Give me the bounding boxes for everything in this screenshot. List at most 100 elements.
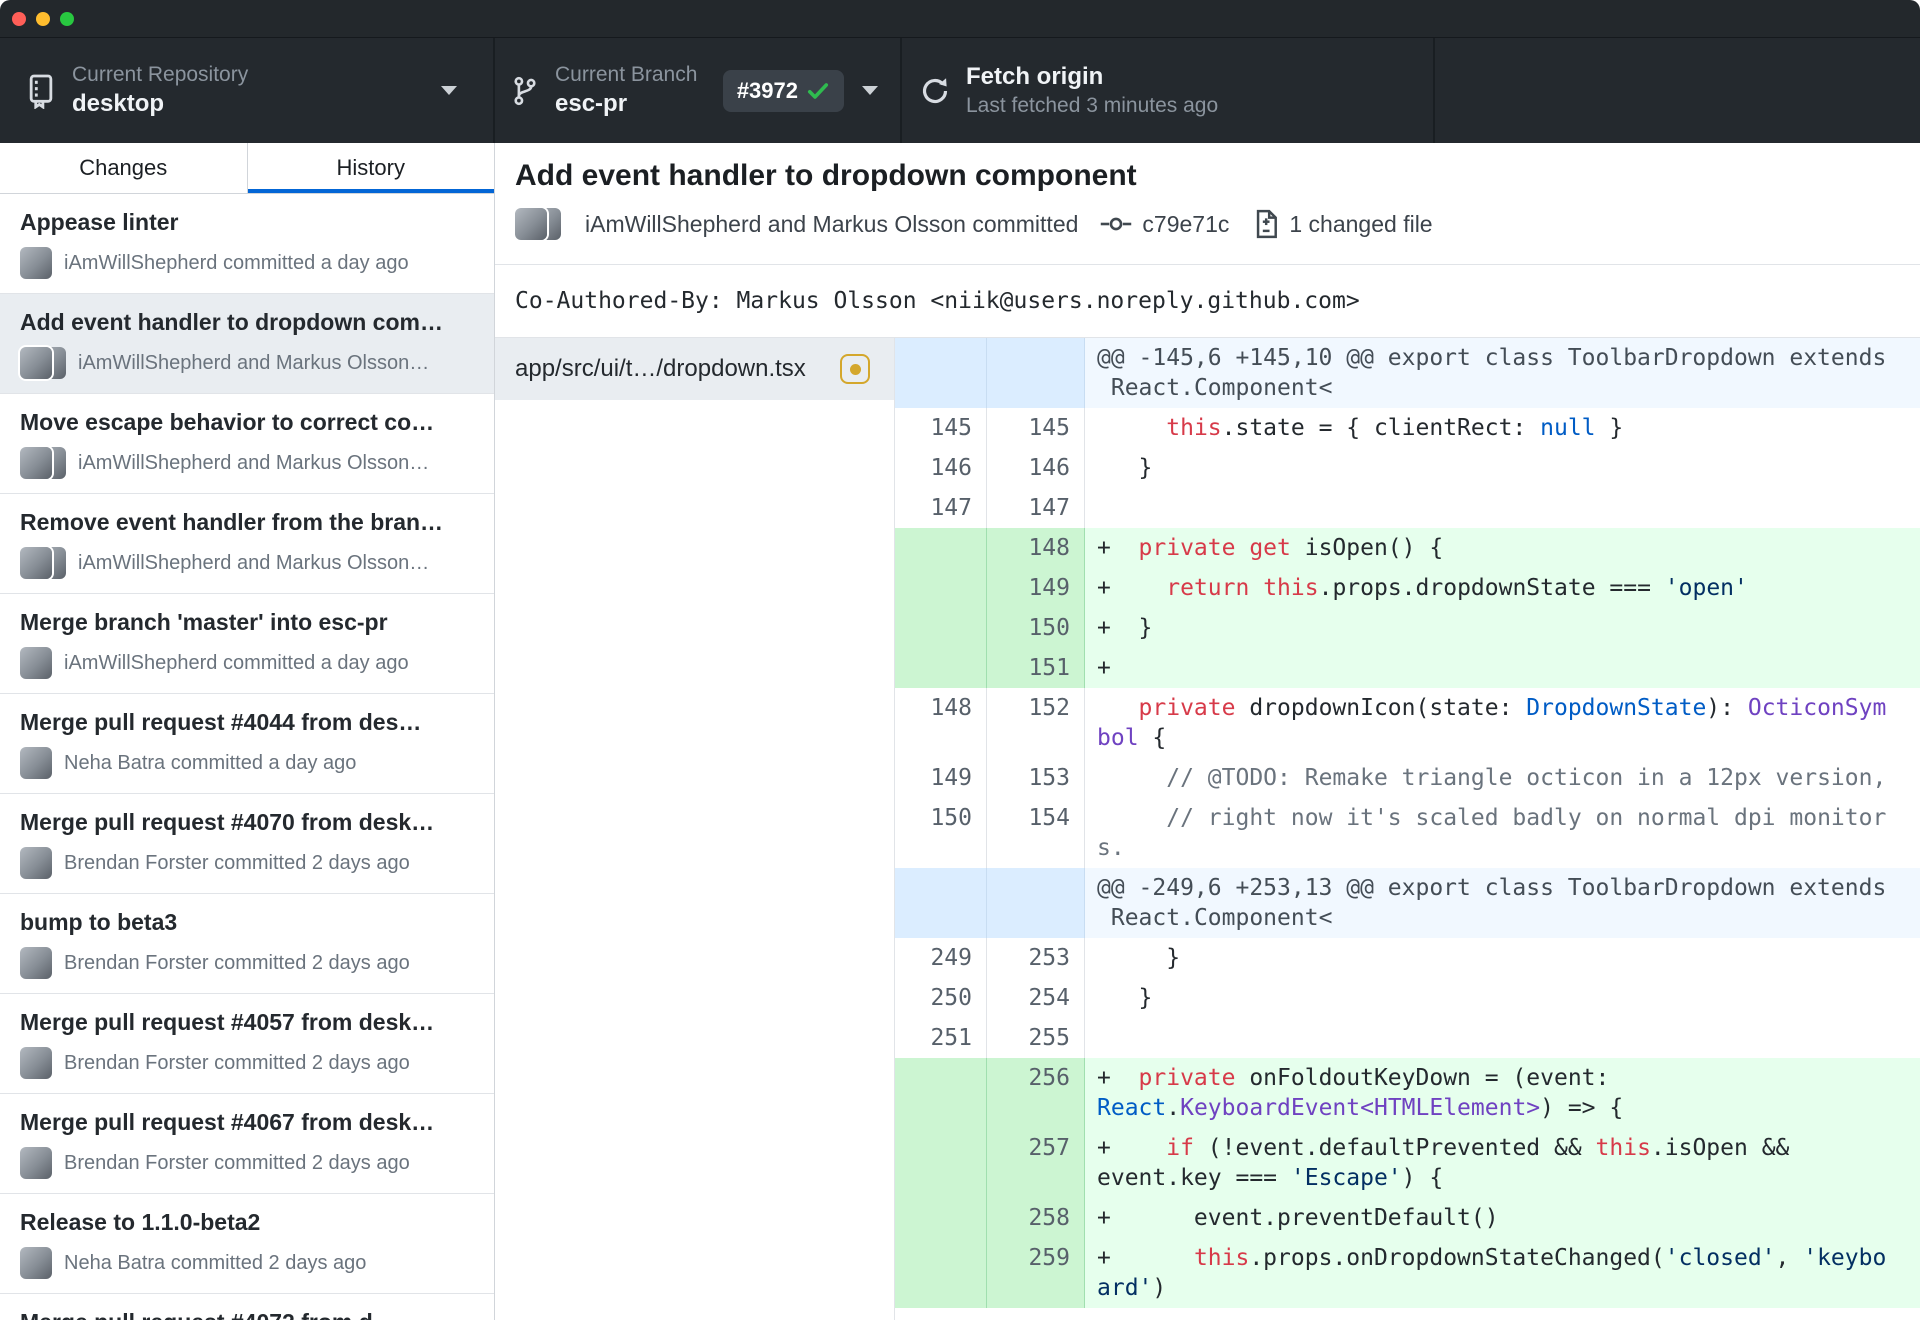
- diff-old-line-number: [895, 1128, 987, 1198]
- commit-list-meta: Brendan Forster committed 2 days ago: [20, 847, 474, 879]
- avatar-stack: [20, 447, 66, 479]
- commit-list-meta: iAmWillShepherd committed a day ago: [20, 247, 474, 279]
- diff-line: 150 154 // right now it's scaled badly on…: [895, 798, 1920, 868]
- history-commit-item[interactable]: Appease linter iAmWillShepherd committed …: [0, 194, 494, 294]
- history-commit-item[interactable]: Remove event handler from the bran… iAmWi…: [0, 494, 494, 594]
- diff-line: 145 145 this.state = { clientRect: null }: [895, 408, 1920, 448]
- diff-old-line-number: [895, 338, 987, 408]
- avatar-stack: [20, 847, 52, 879]
- history-commit-item[interactable]: Merge pull request #4070 from desk… Brend…: [0, 794, 494, 894]
- current-repository-button[interactable]: Current Repository desktop: [0, 38, 495, 143]
- diff-new-line-number: 147: [987, 488, 1085, 528]
- avatar-stack: [20, 247, 52, 279]
- diff-code-text: + private get isOpen() {: [1085, 528, 1920, 568]
- commit-list-title: Release to 1.1.0-beta2: [20, 1209, 261, 1235]
- avatar: [20, 747, 52, 779]
- avatar-stack: [20, 647, 52, 679]
- diff-new-line-number: 256: [987, 1058, 1085, 1128]
- commit-list-meta-text: iAmWillShepherd and Markus Olsson…: [78, 351, 430, 374]
- diff-new-line-number: 254: [987, 978, 1085, 1018]
- tab-changes[interactable]: Changes: [0, 143, 247, 193]
- chevron-down-icon: [441, 86, 457, 95]
- diff-new-line-number: [987, 338, 1085, 408]
- avatar-stack: [20, 1147, 52, 1179]
- titlebar: [0, 0, 1920, 38]
- commit-list-meta: iAmWillShepherd and Markus Olsson…: [20, 447, 474, 479]
- avatar-stack: [20, 747, 52, 779]
- avatar: [20, 847, 52, 879]
- commit-list-meta: Brendan Forster committed 2 days ago: [20, 947, 474, 979]
- diff-old-line-number: [895, 528, 987, 568]
- avatar: [20, 947, 52, 979]
- history-commit-item[interactable]: Merge pull request #4057 from desk… Brend…: [0, 994, 494, 1094]
- avatar-stack: [20, 347, 66, 379]
- diff-line: 258 + event.preventDefault(): [895, 1198, 1920, 1238]
- diff-old-line-number: [895, 868, 987, 938]
- diff-code-text: + if (!event.defaultPrevented && this.is…: [1085, 1128, 1920, 1198]
- minimize-button[interactable]: [36, 11, 50, 26]
- repo-icon: [26, 73, 56, 109]
- commit-list-meta: iAmWillShepherd and Markus Olsson…: [20, 347, 474, 379]
- history-commit-item[interactable]: bump to beta3 Brendan Forster committed 2…: [0, 894, 494, 994]
- avatar: [20, 547, 52, 579]
- history-commit-item[interactable]: Release to 1.1.0-beta2 Neha Batra committ…: [0, 1194, 494, 1294]
- avatar-stack: [20, 947, 52, 979]
- tab-history[interactable]: History: [246, 143, 494, 193]
- diff-new-line-number: 258: [987, 1198, 1085, 1238]
- avatar: [20, 647, 52, 679]
- commit-list-title: Merge pull request #4067 from desk…: [20, 1109, 435, 1135]
- avatar-stack: [20, 1047, 52, 1079]
- diff-line: 151 +: [895, 648, 1920, 688]
- commit-list-meta: iAmWillShepherd committed a day ago: [20, 647, 474, 679]
- avatar: [20, 247, 52, 279]
- avatar: [20, 1147, 52, 1179]
- history-commit-item[interactable]: Merge pull request #4067 from desk… Brend…: [0, 1094, 494, 1194]
- current-branch-button[interactable]: Current Branch esc-pr #3972: [495, 38, 902, 143]
- history-commit-item[interactable]: Merge branch 'master' into esc-pr iAmWill…: [0, 594, 494, 694]
- diff-line: 259 + this.props.onDropdownStateChanged('…: [895, 1238, 1920, 1308]
- diff-line: 148 152 private dropdownIcon(state: Dropd…: [895, 688, 1920, 758]
- diff-code-text: // right now it's scaled badly on normal…: [1085, 798, 1920, 868]
- check-icon: [806, 79, 830, 103]
- diff-code-text: @@ -249,6 +253,13 @@ export class Toolba…: [1085, 868, 1920, 938]
- diff-viewer: @@ -145,6 +145,10 @@ export class Toolba…: [895, 338, 1920, 1320]
- avatar: [515, 208, 547, 240]
- diff-code-text: + return this.props.dropdownState === 'o…: [1085, 568, 1920, 608]
- file-list-item[interactable]: app/src/ui/t…/dropdown.tsx: [495, 338, 894, 400]
- diff-old-line-number: [895, 1238, 987, 1308]
- diff-code-text: + private onFoldoutKeyDown = (event: Rea…: [1085, 1058, 1920, 1128]
- commit-list-title: Merge pull request #4072 from d…: [20, 1309, 474, 1320]
- file-path: app/src/ui/t…/dropdown.tsx: [515, 355, 806, 382]
- diff-new-line-number: 145: [987, 408, 1085, 448]
- fetch-origin-subtitle: Last fetched 3 minutes ago: [966, 94, 1219, 118]
- commit-byline: iAmWillShepherd and Markus Olsson commit…: [585, 210, 1079, 237]
- commit-list-meta-text: Neha Batra committed a day ago: [64, 751, 357, 774]
- commit-list-title: Merge pull request #4057 from desk…: [20, 1009, 435, 1035]
- diff-hunk-header: @@ -249,6 +253,13 @@ export class Toolba…: [895, 868, 1920, 938]
- diff-line: 150 + }: [895, 608, 1920, 648]
- pr-number: #3972: [736, 77, 798, 103]
- commit-content: app/src/ui/t…/dropdown.tsx @@ -145,6 +14…: [495, 338, 1920, 1320]
- history-commit-item[interactable]: Merge pull request #4044 from des… Neha B…: [0, 694, 494, 794]
- diff-old-line-number: [895, 648, 987, 688]
- commit-list-meta-text: Brendan Forster committed 2 days ago: [64, 951, 410, 974]
- commit-list-title: bump to beta3: [20, 909, 178, 935]
- zoom-button[interactable]: [60, 11, 74, 26]
- history-commit-item[interactable]: Move escape behavior to correct co… iAmWi…: [0, 394, 494, 494]
- diff-code-text: +: [1085, 648, 1920, 688]
- commit-list-meta-text: iAmWillShepherd committed a day ago: [64, 251, 409, 274]
- close-button[interactable]: [12, 11, 26, 26]
- diff-line: 149 153 // @TODO: Remake triangle octicon…: [895, 758, 1920, 798]
- diff-new-line-number: 253: [987, 938, 1085, 978]
- history-commit-item[interactable]: Add event handler to dropdown com… iAmWil…: [0, 294, 494, 394]
- diff-new-line-number: 151: [987, 648, 1085, 688]
- diff-old-line-number: [895, 608, 987, 648]
- current-branch-value: esc-pr: [555, 90, 628, 118]
- commit-sha: c79e71c: [1142, 210, 1230, 237]
- commit-avatars: [515, 208, 573, 240]
- history-commit-item[interactable]: Merge pull request #4072 from d…: [0, 1294, 494, 1320]
- diff-old-line-number: 147: [895, 488, 987, 528]
- diff-new-line-number: 259: [987, 1238, 1085, 1308]
- diff-code-text: private dropdownIcon(state: DropdownStat…: [1085, 688, 1920, 758]
- fetch-origin-button[interactable]: Fetch origin Last fetched 3 minutes ago: [902, 38, 1435, 143]
